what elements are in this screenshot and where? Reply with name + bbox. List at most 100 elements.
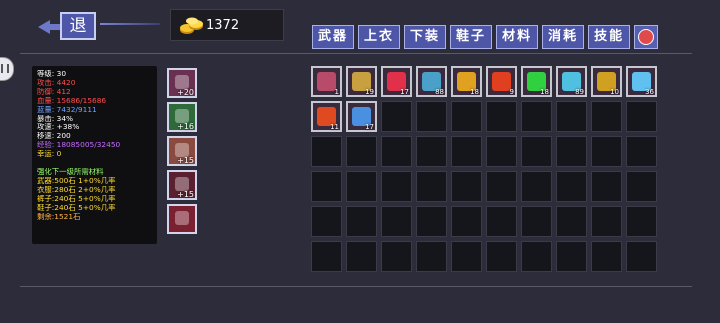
equipped-skill[interactable] <box>167 204 197 234</box>
inventory-empty-slot[interactable] <box>486 171 517 202</box>
inventory-empty-slot[interactable] <box>381 101 412 132</box>
inventory-item-slot[interactable]: 17 <box>381 66 412 97</box>
inventory-empty-slot[interactable] <box>346 241 377 272</box>
inventory-empty-slot[interactable] <box>521 136 552 167</box>
inventory-item-slot[interactable]: 18 <box>451 66 482 97</box>
back-label: 退 <box>60 12 96 40</box>
inventory-empty-slot[interactable] <box>521 241 552 272</box>
spellbook-icon <box>317 72 336 91</box>
inventory-empty-slot[interactable] <box>381 206 412 237</box>
inventory-empty-slot[interactable] <box>556 101 587 132</box>
tab-skill[interactable]: 技能 <box>588 25 631 49</box>
inventory-empty-slot[interactable] <box>521 206 552 237</box>
back-button[interactable]: 退 <box>38 12 98 42</box>
inventory-empty-slot[interactable] <box>486 241 517 272</box>
inventory-empty-slot[interactable] <box>346 136 377 167</box>
inventory-empty-slot[interactable] <box>311 241 342 272</box>
inventory-item-slot[interactable]: 19 <box>346 66 377 97</box>
inventory-item-slot[interactable]: 36 <box>626 66 657 97</box>
inventory-item-slot[interactable]: 18 <box>521 66 552 97</box>
item-count: 88 <box>435 88 444 96</box>
inventory-empty-slot[interactable] <box>521 101 552 132</box>
tab-top[interactable]: 上衣 <box>358 25 401 49</box>
category-tabs: 武器 上衣 下装 鞋子 材料 消耗 技能 <box>312 25 659 49</box>
stat-line <box>37 159 152 168</box>
side-pause-button[interactable] <box>0 57 14 81</box>
inventory-empty-slot[interactable] <box>311 136 342 167</box>
inventory-empty-slot[interactable] <box>416 136 447 167</box>
item-count: 10 <box>610 88 619 96</box>
inventory-empty-slot[interactable] <box>556 171 587 202</box>
equipped-pants[interactable]: +15 <box>167 136 197 166</box>
item-count: 11 <box>330 123 339 131</box>
inventory-empty-slot[interactable] <box>591 206 622 237</box>
inventory-empty-slot[interactable] <box>626 171 657 202</box>
enhance-level: +15 <box>177 156 194 165</box>
inventory-empty-slot[interactable] <box>416 241 447 272</box>
inventory-item-slot[interactable]: 89 <box>556 66 587 97</box>
inventory-empty-slot[interactable] <box>311 171 342 202</box>
inventory-empty-slot[interactable] <box>591 136 622 167</box>
stat-line: 蓝量: 7432/9111 <box>37 105 97 114</box>
tab-weapon[interactable]: 武器 <box>312 25 355 49</box>
inventory-empty-slot[interactable] <box>451 171 482 202</box>
inventory-empty-slot[interactable] <box>381 171 412 202</box>
equipped-shoes[interactable]: +15 <box>167 170 197 200</box>
gold-display: 1372 <box>170 9 284 41</box>
inventory-empty-slot[interactable] <box>451 136 482 167</box>
header-divider <box>20 53 692 54</box>
stat-line: 防御: 412 <box>37 87 71 96</box>
inventory-empty-slot[interactable] <box>451 241 482 272</box>
inventory-empty-slot[interactable] <box>381 241 412 272</box>
inventory-empty-slot[interactable] <box>591 241 622 272</box>
inventory-empty-slot[interactable] <box>346 206 377 237</box>
inventory-item-slot[interactable]: 1 <box>311 66 342 97</box>
inventory-empty-slot[interactable] <box>626 206 657 237</box>
tab-shoes[interactable]: 鞋子 <box>450 25 493 49</box>
inventory-empty-slot[interactable] <box>381 136 412 167</box>
equipped-weapon[interactable]: +20 <box>167 68 197 98</box>
gold-amount: 1372 <box>206 18 240 33</box>
enhance-level: +16 <box>177 122 194 131</box>
inventory-empty-slot[interactable] <box>416 206 447 237</box>
stat-line: 鞋子:240石 5+0%几率 <box>37 203 116 212</box>
inventory-empty-slot[interactable] <box>626 241 657 272</box>
equipped-armor[interactable]: +16 <box>167 102 197 132</box>
inventory-empty-slot[interactable] <box>626 101 657 132</box>
tab-consumable[interactable]: 消耗 <box>542 25 585 49</box>
inventory-empty-slot[interactable] <box>346 171 377 202</box>
character-stats-panel: 等级: 30 攻击: 4420 防御: 412 血量: 15686/15686 蓝量: … <box>32 66 157 244</box>
stat-line: 移速: 200 <box>37 132 71 141</box>
stat-line: 等级: 30 <box>37 70 67 78</box>
stat-line: 幸运: 0 <box>37 150 62 159</box>
inventory-item-slot[interactable]: 88 <box>416 66 447 97</box>
inventory-empty-slot[interactable] <box>416 101 447 132</box>
inventory-empty-slot[interactable] <box>416 171 447 202</box>
inventory-item-slot[interactable]: 11 <box>311 101 342 132</box>
inventory-empty-slot[interactable] <box>591 101 622 132</box>
inventory-empty-slot[interactable] <box>486 206 517 237</box>
footer-divider <box>20 286 692 287</box>
tab-bottom[interactable]: 下装 <box>404 25 447 49</box>
inventory-empty-slot[interactable] <box>626 136 657 167</box>
enhance-level: +20 <box>177 88 194 97</box>
inventory-empty-slot[interactable] <box>486 101 517 132</box>
item-count: 18 <box>470 88 479 96</box>
tab-extra-button[interactable] <box>634 25 659 49</box>
inventory-empty-slot[interactable] <box>591 171 622 202</box>
inventory-empty-slot[interactable] <box>311 206 342 237</box>
item-count: 19 <box>365 88 374 96</box>
inventory-empty-slot[interactable] <box>451 101 482 132</box>
red-orb-icon <box>638 29 655 45</box>
inventory-empty-slot[interactable] <box>486 136 517 167</box>
inventory-empty-slot[interactable] <box>451 206 482 237</box>
inventory-empty-slot[interactable] <box>556 206 587 237</box>
inventory-empty-slot[interactable] <box>556 136 587 167</box>
inventory-item-slot[interactable]: 17 <box>346 101 377 132</box>
tab-material[interactable]: 材料 <box>496 25 539 49</box>
inventory-empty-slot[interactable] <box>521 171 552 202</box>
inventory-item-slot[interactable]: 10 <box>591 66 622 97</box>
stat-line: 经验: 18085005/32450 <box>37 141 121 150</box>
inventory-item-slot[interactable]: 9 <box>486 66 517 97</box>
inventory-empty-slot[interactable] <box>556 241 587 272</box>
